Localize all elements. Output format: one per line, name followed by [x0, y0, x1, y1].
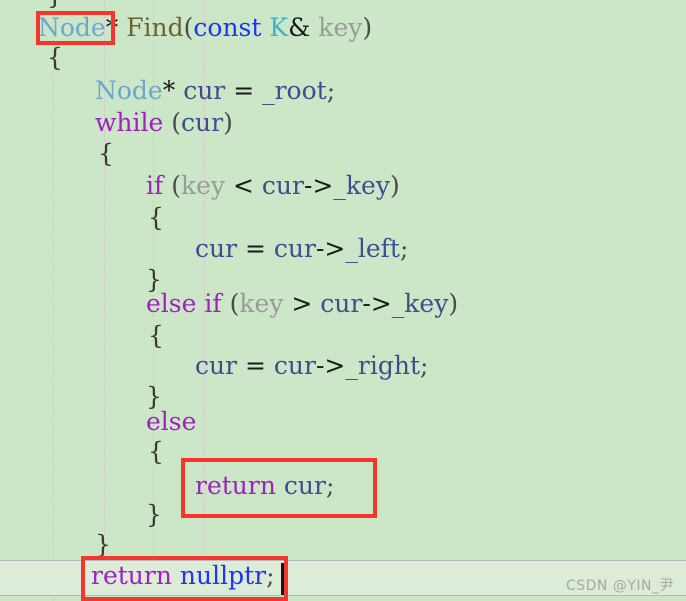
- token: return: [91, 561, 172, 590]
- token: ;: [266, 561, 275, 590]
- text-caret: [281, 563, 284, 595]
- code-editor[interactable]: }Node* Find(const K& key){Node* cur = _r…: [0, 0, 686, 601]
- token: nullptr: [179, 561, 267, 590]
- watermark: CSDN @YIN_尹: [565, 578, 674, 594]
